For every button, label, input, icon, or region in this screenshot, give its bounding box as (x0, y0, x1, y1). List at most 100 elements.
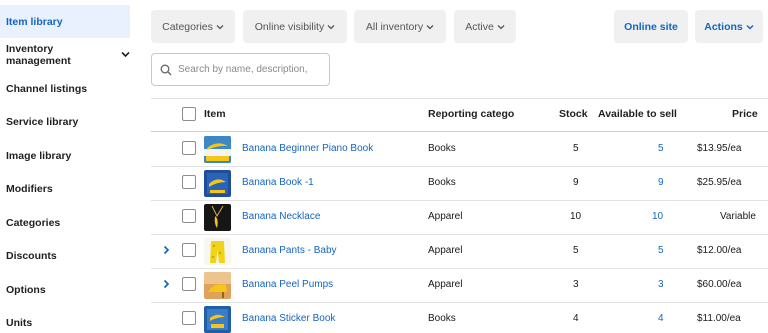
item-name-link[interactable]: Banana Pants - Baby (242, 245, 337, 256)
expand-row-button[interactable] (163, 245, 170, 255)
item-category: Apparel (428, 245, 463, 256)
sidebar-item-item-library[interactable]: Item library (0, 5, 130, 38)
row-checkbox[interactable] (182, 243, 196, 257)
row-checkbox[interactable] (182, 175, 196, 189)
column-header-reporting-category[interactable]: Reporting catego (428, 108, 514, 120)
row-checkbox[interactable] (182, 311, 196, 325)
column-header-price[interactable]: Price (732, 108, 758, 120)
chevron-down-icon (426, 24, 434, 30)
sidebar-item-label: Service library (6, 115, 79, 128)
item-name-link[interactable]: Banana Peel Pumps (242, 279, 333, 290)
table-row[interactable]: Banana Pants - Baby Apparel 5 5 $12.00/e… (151, 234, 768, 268)
sidebar-item-label: Units (6, 316, 33, 329)
search-box (151, 53, 330, 86)
actions-label: Actions (704, 20, 743, 33)
sidebar-item-options[interactable]: Options (0, 273, 130, 306)
item-category: Apparel (428, 211, 463, 222)
item-available-link[interactable]: 3 (658, 279, 664, 290)
sidebar-item-service-library[interactable]: Service library (0, 105, 130, 138)
row-checkbox[interactable] (182, 141, 196, 155)
row-checkbox[interactable] (182, 209, 196, 223)
sidebar-item-discounts[interactable]: Discounts (0, 239, 130, 272)
actions-button[interactable]: Actions (695, 10, 763, 43)
sidebar-item-label: Modifiers (6, 182, 53, 195)
sidebar-item-label: Categories (6, 216, 61, 229)
status-filter-button[interactable]: Active (454, 10, 516, 43)
item-name-link[interactable]: Banana Beginner Piano Book (242, 143, 373, 154)
item-stock: 3 (573, 279, 579, 290)
item-thumbnail (204, 170, 231, 197)
sidebar-item-label: Channel listings (6, 82, 88, 95)
chevron-down-icon (216, 24, 224, 30)
chevron-right-icon (163, 279, 170, 289)
table-row[interactable]: Banana Necklace Apparel 10 10 Variable (151, 200, 768, 234)
item-price: $13.95/ea (697, 143, 742, 154)
search-icon (160, 64, 172, 76)
item-price: Variable (720, 211, 756, 222)
item-stock: 5 (573, 143, 579, 154)
chevron-down-icon (746, 24, 754, 30)
column-header-stock[interactable]: Stock (559, 108, 588, 120)
categories-filter-button[interactable]: Categories (151, 10, 235, 43)
sidebar-item-label: Inventory management (6, 42, 71, 67)
sidebar-item-units[interactable]: Units (0, 306, 130, 333)
sidebar-item-modifiers[interactable]: Modifiers (0, 172, 130, 205)
sidebar-item-label: Options (6, 283, 46, 296)
item-category: Books (428, 313, 456, 324)
chevron-down-icon (121, 51, 130, 58)
item-stock: 9 (573, 177, 579, 188)
item-price: $12.00/ea (697, 245, 742, 256)
column-header-available-to-sell[interactable]: Available to sell (598, 108, 677, 120)
item-available-link[interactable]: 10 (652, 211, 663, 222)
sidebar-item-categories[interactable]: Categories (0, 206, 130, 239)
item-thumbnail (204, 238, 231, 265)
item-price: $11.00/ea (697, 313, 741, 324)
item-stock: 4 (573, 313, 579, 324)
sidebar-item-inventory-management[interactable]: Inventory management (0, 38, 130, 71)
item-available-link[interactable]: 5 (658, 143, 664, 154)
status-filter-label: Active (465, 20, 494, 33)
item-available-link[interactable]: 4 (658, 313, 664, 324)
item-name-link[interactable]: Banana Necklace (242, 211, 320, 222)
sidebar-item-image-library[interactable]: Image library (0, 139, 130, 172)
table-row[interactable]: Banana Peel Pumps Apparel 3 3 $60.00/ea (151, 268, 768, 302)
item-stock: 10 (570, 211, 582, 222)
chevron-down-icon (327, 24, 335, 30)
sidebar-item-label: Image library (6, 149, 72, 162)
item-thumbnail (204, 204, 231, 231)
item-price: $25.95/ea (697, 177, 742, 188)
categories-filter-label: Categories (162, 20, 213, 33)
table-row[interactable]: Banana Book -1 Books 9 9 $25.95/ea (151, 166, 768, 200)
sidebar-item-label: Item library (6, 15, 63, 28)
item-category: Books (428, 143, 456, 154)
item-price: $60.00/ea (697, 279, 742, 290)
select-all-checkbox[interactable] (182, 107, 196, 121)
sidebar-item-label: Discounts (6, 249, 57, 262)
row-checkbox[interactable] (182, 277, 196, 291)
sidebar-item-channel-listings[interactable]: Channel listings (0, 72, 130, 105)
table-row[interactable]: Banana Beginner Piano Book Books 5 5 $13… (151, 132, 768, 166)
search-input[interactable] (178, 64, 318, 75)
item-category: Books (428, 177, 456, 188)
expand-row-button[interactable] (163, 279, 170, 289)
table-top-divider (151, 98, 768, 99)
online-visibility-filter-label: Online visibility (254, 20, 325, 33)
item-name-link[interactable]: Banana Book -1 (242, 177, 314, 188)
table-row[interactable]: Banana Sticker Book Books 4 4 $11.00/ea (151, 302, 768, 333)
online-site-button[interactable]: Online site (614, 10, 688, 43)
inventory-filter-button[interactable]: All inventory (354, 10, 446, 43)
item-thumbnail (204, 272, 231, 299)
inventory-filter-label: All inventory (365, 20, 424, 33)
chevron-right-icon (163, 245, 170, 255)
item-stock: 5 (573, 245, 579, 256)
item-thumbnail (204, 136, 231, 163)
chevron-down-icon (497, 24, 505, 30)
sidebar: Item library Inventory management Channe… (0, 0, 130, 333)
item-available-link[interactable]: 5 (658, 245, 664, 256)
item-name-link[interactable]: Banana Sticker Book (242, 313, 335, 324)
item-category: Apparel (428, 279, 463, 290)
item-available-link[interactable]: 9 (658, 177, 664, 188)
online-visibility-filter-button[interactable]: Online visibility (243, 10, 347, 43)
item-thumbnail (204, 306, 231, 333)
column-header-item[interactable]: Item (204, 108, 226, 120)
